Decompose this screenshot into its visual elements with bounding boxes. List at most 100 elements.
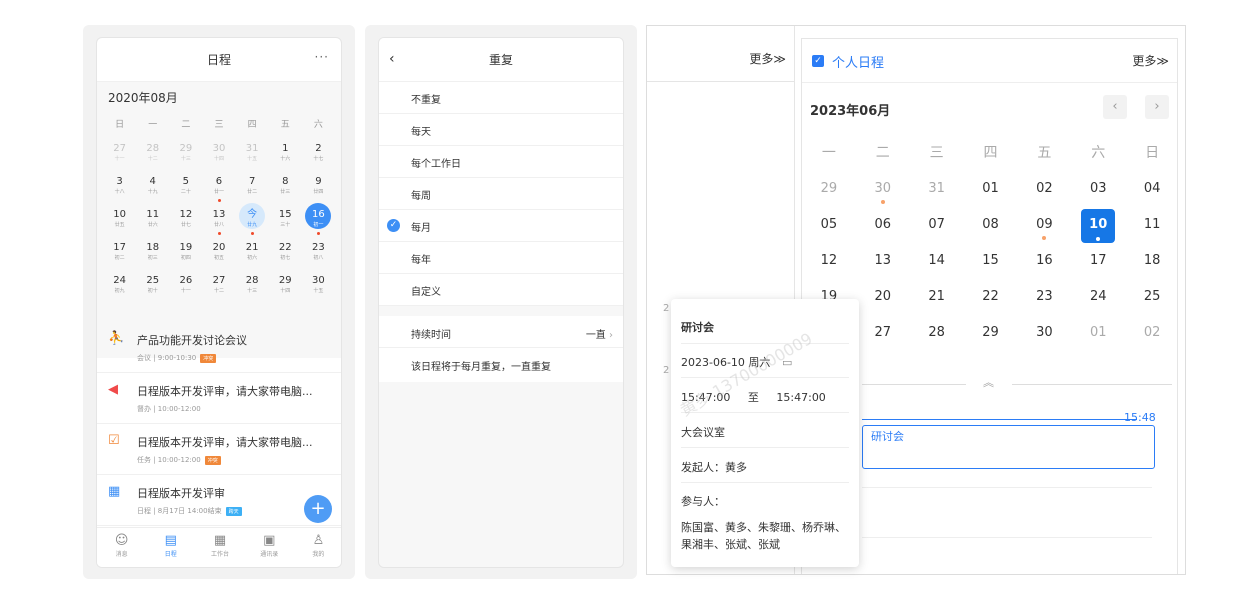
day-cell[interactable]: 28 十二 [136,136,169,169]
repeat-option[interactable]: 每个工作日 [379,146,623,178]
day-cell[interactable]: 23 [1017,279,1071,315]
day-cell[interactable]: 16 [1017,243,1071,279]
day-cell[interactable]: 5 二十 [169,169,202,202]
day-cell[interactable]: 04 [1125,171,1179,207]
day-cell[interactable]: 20 [856,279,910,315]
day-cell[interactable]: 30 [856,171,910,207]
day-cell[interactable]: 4 十九 [136,169,169,202]
day-cell[interactable]: 02 [1017,171,1071,207]
repeat-option[interactable]: 每年 [379,242,623,274]
day-cell[interactable]: 14 [910,243,964,279]
repeat-option[interactable]: 不重复 [379,82,623,114]
day-cell[interactable]: 01 [964,171,1018,207]
collapse-up-icon[interactable]: ︽ [983,374,994,390]
event-item[interactable]: ⛹ 产品功能开发讨论会议 会议 | 9:00-10:30 冲突 [97,322,341,373]
day-cell[interactable]: 27 十二 [202,268,235,301]
repeat-option[interactable]: 每天 [379,114,623,146]
day-cell[interactable]: 28 十三 [236,268,269,301]
day-cell[interactable]: 23 初八 [302,235,335,268]
day-cell[interactable]: 29 十三 [169,136,202,169]
today-cell[interactable]: 今廿九 [236,202,269,235]
event-item[interactable]: ☑ 日程版本开发评审，请大家带电脑... 任务 | 10:00-12:00 冲突 [97,424,341,475]
day-cell[interactable]: 26 十一 [169,268,202,301]
tab-contacts[interactable]: ▣ 通讯录 [245,528,294,567]
day-cell[interactable]: 30 十五 [302,268,335,301]
day-cell[interactable]: 22 [964,279,1018,315]
day-cell[interactable]: 17 初二 [103,235,136,268]
add-event-button[interactable]: + [304,495,332,523]
day-cell[interactable]: 12 廿七 [169,202,202,235]
day-cell[interactable]: 21 [910,279,964,315]
day-cell[interactable]: 15 三十 [269,202,302,235]
personal-calendar-checkbox[interactable]: ✓ [812,55,824,67]
day-cell[interactable]: 29 [802,171,856,207]
more-menu-button[interactable]: ··· [315,50,329,64]
day-cell[interactable]: 2 十七 [302,136,335,169]
day-cell[interactable]: 13 廿八 [202,202,235,235]
day-cell[interactable]: 20 初五 [202,235,235,268]
repeat-option[interactable]: 自定义 [379,274,623,306]
day-cell[interactable]: 11 廿六 [136,202,169,235]
day-cell[interactable]: 18 初三 [136,235,169,268]
day-number: 22 [982,289,999,304]
day-cell[interactable]: 03 [1071,171,1125,207]
event-block[interactable]: 研讨会 [862,425,1155,469]
personal-calendar-title[interactable]: 个人日程 [832,52,884,71]
day-cell[interactable]: 27 十一 [103,136,136,169]
back-icon[interactable]: ‹ [389,51,395,67]
day-cell[interactable]: 09 [1017,207,1071,243]
day-cell[interactable]: 7 廿二 [236,169,269,202]
day-cell[interactable]: 12 [802,243,856,279]
day-cell[interactable]: 24 [1071,279,1125,315]
more-link[interactable]: 更多≫ [1132,52,1169,69]
day-cell[interactable]: 28 [910,315,964,351]
prev-month-button[interactable]: ‹ [1103,95,1127,119]
day-cell[interactable]: 07 [910,207,964,243]
day-cell[interactable]: 3 十八 [103,169,136,202]
month-label[interactable]: 2020年08月 [97,90,341,114]
day-cell[interactable]: 08 [964,207,1018,243]
day-cell[interactable]: 06 [856,207,910,243]
day-cell[interactable]: 6 廿一 [202,169,235,202]
day-cell[interactable]: 22 初七 [269,235,302,268]
day-cell[interactable]: 11 [1125,207,1179,243]
repeat-option[interactable]: 每周 [379,178,623,210]
tab-profile[interactable]: ♙ 我的 [294,528,341,567]
day-cell[interactable]: 31 十五 [236,136,269,169]
duration-row[interactable]: 持续时间 一直 › [379,316,623,348]
tab-schedule[interactable]: ▤ 日程 [146,528,195,567]
selected-day-cell[interactable]: 10 [1071,207,1125,243]
day-cell[interactable]: 13 [856,243,910,279]
day-cell[interactable]: 24 初九 [103,268,136,301]
day-cell[interactable]: 1 十六 [269,136,302,169]
day-cell[interactable]: 19 初四 [169,235,202,268]
left-more-link[interactable]: 更多≫ [749,50,786,67]
day-cell[interactable]: 15 [964,243,1018,279]
day-cell[interactable]: 9 廿四 [302,169,335,202]
repeat-option[interactable]: ✓ 每月 [379,210,623,242]
day-cell[interactable]: 18 [1125,243,1179,279]
selected-day-cell[interactable]: 16 初一 [302,202,335,235]
next-month-button[interactable]: › [1145,95,1169,119]
day-cell[interactable]: 25 [1125,279,1179,315]
event-meta: 督办 | 10:00-12:00 [137,404,201,414]
day-cell[interactable]: 05 [802,207,856,243]
day-cell[interactable]: 01 [1071,315,1125,351]
day-cell[interactable]: 02 [1125,315,1179,351]
day-cell[interactable]: 30 [1017,315,1071,351]
day-cell[interactable]: 31 [910,171,964,207]
tab-message[interactable]: ☺ 消息 [97,528,146,567]
event-item[interactable]: ◀ 日程版本开发评审，请大家带电脑... 督办 | 10:00-12:00 [97,373,341,424]
day-cell[interactable]: 10 廿五 [103,202,136,235]
day-cell[interactable]: 25 初十 [136,268,169,301]
tab-workbench[interactable]: ▦ 工作台 [195,528,244,567]
day-cell[interactable]: 21 初六 [236,235,269,268]
calendar-icon[interactable]: ▭ [782,356,792,369]
day-cell[interactable]: 8 廿三 [269,169,302,202]
lunar-date: 初十 [147,288,158,294]
day-cell[interactable]: 29 [964,315,1018,351]
day-cell[interactable]: 27 [856,315,910,351]
day-cell[interactable]: 30 十四 [202,136,235,169]
day-cell[interactable]: 17 [1071,243,1125,279]
day-cell[interactable]: 29 十四 [269,268,302,301]
